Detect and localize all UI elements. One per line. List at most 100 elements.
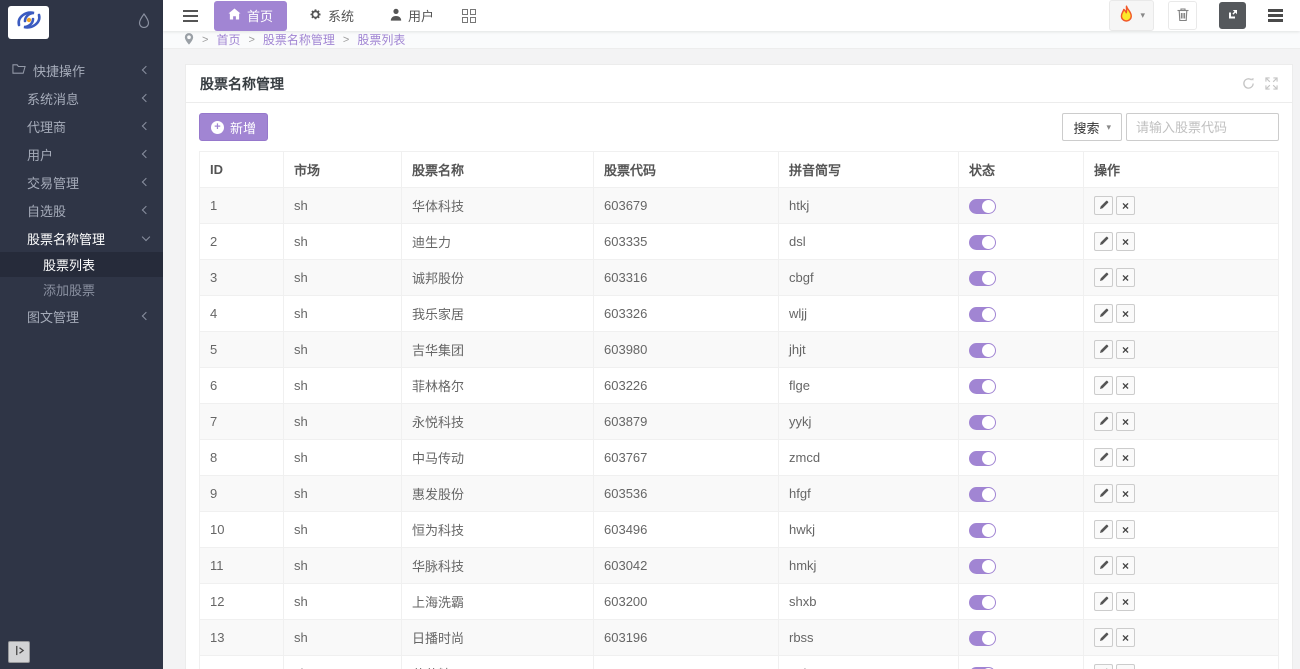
trash-button[interactable] xyxy=(1168,1,1197,30)
status-toggle[interactable] xyxy=(969,559,996,574)
table-row: 2 sh 迪生力 603335 dsl × xyxy=(200,224,1279,260)
row-actions: × xyxy=(1094,304,1135,323)
cell-code: 603679 xyxy=(594,188,779,224)
delete-button[interactable]: × xyxy=(1116,340,1135,359)
edit-button[interactable] xyxy=(1094,556,1113,575)
edit-button[interactable] xyxy=(1094,196,1113,215)
sidebar-item[interactable]: 股票名称管理 xyxy=(0,224,163,252)
app-logo[interactable] xyxy=(8,6,49,39)
delete-button[interactable]: × xyxy=(1116,268,1135,287)
search-input[interactable] xyxy=(1126,113,1279,141)
edit-button[interactable] xyxy=(1094,232,1113,251)
close-icon: × xyxy=(1122,632,1129,644)
edit-button[interactable] xyxy=(1094,340,1113,359)
delete-button[interactable]: × xyxy=(1116,520,1135,539)
sidebar-subitem[interactable]: 股票列表 xyxy=(0,252,163,277)
menu-toggle-icon[interactable] xyxy=(183,10,198,22)
status-toggle[interactable] xyxy=(969,199,996,214)
edit-button[interactable] xyxy=(1094,520,1113,539)
breadcrumb-link[interactable]: 首页 xyxy=(216,31,240,48)
edit-button[interactable] xyxy=(1094,664,1113,669)
search-dropdown-button[interactable]: 搜索 ▾ xyxy=(1062,113,1122,141)
tab-user[interactable]: 用户 xyxy=(376,1,448,31)
table-header-row: ID市场股票名称股票代码拼音简写状态操作 xyxy=(200,152,1279,188)
edit-button[interactable] xyxy=(1094,376,1113,395)
pencil-icon xyxy=(1099,344,1109,356)
cell-name: 日播时尚 xyxy=(402,620,594,656)
status-toggle[interactable] xyxy=(969,487,996,502)
delete-button[interactable]: × xyxy=(1116,484,1135,503)
delete-button[interactable]: × xyxy=(1116,196,1135,215)
status-toggle[interactable] xyxy=(969,379,996,394)
cell-name: 惠发股份 xyxy=(402,476,594,512)
sidebar-item[interactable]: 用户 xyxy=(0,140,163,168)
sidebar-item[interactable]: 系统消息 xyxy=(0,84,163,112)
cell-market: sh xyxy=(284,296,402,332)
delete-button[interactable]: × xyxy=(1116,304,1135,323)
delete-button[interactable]: × xyxy=(1116,628,1135,647)
log-list-icon[interactable] xyxy=(1260,1,1290,31)
sidebar-item-label: 快捷操作 xyxy=(33,61,85,80)
cell-name: 华体科技 xyxy=(402,188,594,224)
status-toggle[interactable] xyxy=(969,523,996,538)
sidebar-item-label: 代理商 xyxy=(27,117,66,136)
cell-status xyxy=(959,224,1084,260)
tab-system[interactable]: 系统 xyxy=(295,1,368,31)
row-actions: × xyxy=(1094,592,1135,611)
status-toggle[interactable] xyxy=(969,631,996,646)
breadcrumb-link[interactable]: 股票名称管理 xyxy=(263,31,335,48)
apps-grid-icon[interactable] xyxy=(462,9,476,23)
user-icon xyxy=(390,8,402,24)
cell-market: sh xyxy=(284,260,402,296)
edit-button[interactable] xyxy=(1094,304,1113,323)
plus-circle-icon: + xyxy=(211,121,224,134)
sidebar-collapse-button[interactable] xyxy=(8,641,30,663)
edit-button[interactable] xyxy=(1094,592,1113,611)
delete-button[interactable]: × xyxy=(1116,592,1135,611)
status-toggle[interactable] xyxy=(969,415,996,430)
fullscreen-icon[interactable] xyxy=(1265,77,1278,90)
sidebar-item[interactable]: 交易管理 xyxy=(0,168,163,196)
close-icon: × xyxy=(1122,452,1129,464)
sidebar-item[interactable]: 快捷操作 xyxy=(0,56,163,84)
tab-home-label: 首页 xyxy=(247,6,273,25)
delete-button[interactable]: × xyxy=(1116,412,1135,431)
sidebar-item[interactable]: 自选股 xyxy=(0,196,163,224)
edit-button[interactable] xyxy=(1094,484,1113,503)
status-toggle[interactable] xyxy=(969,451,996,466)
cell-code: 603226 xyxy=(594,368,779,404)
status-toggle[interactable] xyxy=(969,307,996,322)
status-toggle[interactable] xyxy=(969,235,996,250)
status-toggle[interactable] xyxy=(969,595,996,610)
add-button[interactable]: + 新增 xyxy=(199,113,268,141)
delete-button[interactable]: × xyxy=(1116,376,1135,395)
status-toggle[interactable] xyxy=(969,343,996,358)
sidebar-subitem[interactable]: 添加股票 xyxy=(0,277,163,302)
pencil-icon xyxy=(1099,524,1109,536)
cell-id: 10 xyxy=(200,512,284,548)
swirl-logo-icon xyxy=(16,9,42,36)
edit-button[interactable] xyxy=(1094,412,1113,431)
delete-button[interactable]: × xyxy=(1116,556,1135,575)
external-arrow-icon xyxy=(1227,8,1239,23)
delete-button[interactable]: × xyxy=(1116,664,1135,669)
refresh-icon[interactable] xyxy=(1242,77,1255,90)
sidebar-item[interactable]: 代理商 xyxy=(0,112,163,140)
sidebar-menu: 快捷操作 系统消息 代理商 用户 交易管理 自选股 股票名称管理 股票列表 添加… xyxy=(0,45,163,330)
pencil-icon xyxy=(1099,272,1109,284)
toggle-knob xyxy=(982,344,995,357)
tab-home[interactable]: 首页 xyxy=(214,1,287,31)
theme-flame-button[interactable]: ▾ xyxy=(1109,0,1154,31)
edit-button[interactable] xyxy=(1094,628,1113,647)
screenshot-button[interactable] xyxy=(1219,2,1246,29)
toggle-knob xyxy=(982,200,995,213)
status-toggle[interactable] xyxy=(969,271,996,286)
edit-button[interactable] xyxy=(1094,268,1113,287)
edit-button[interactable] xyxy=(1094,448,1113,467)
droplet-icon[interactable] xyxy=(138,13,150,33)
sidebar-item[interactable]: 图文管理 xyxy=(0,302,163,330)
breadcrumb-link[interactable]: 股票列表 xyxy=(357,31,405,48)
chevron-icon xyxy=(142,122,150,130)
delete-button[interactable]: × xyxy=(1116,448,1135,467)
delete-button[interactable]: × xyxy=(1116,232,1135,251)
